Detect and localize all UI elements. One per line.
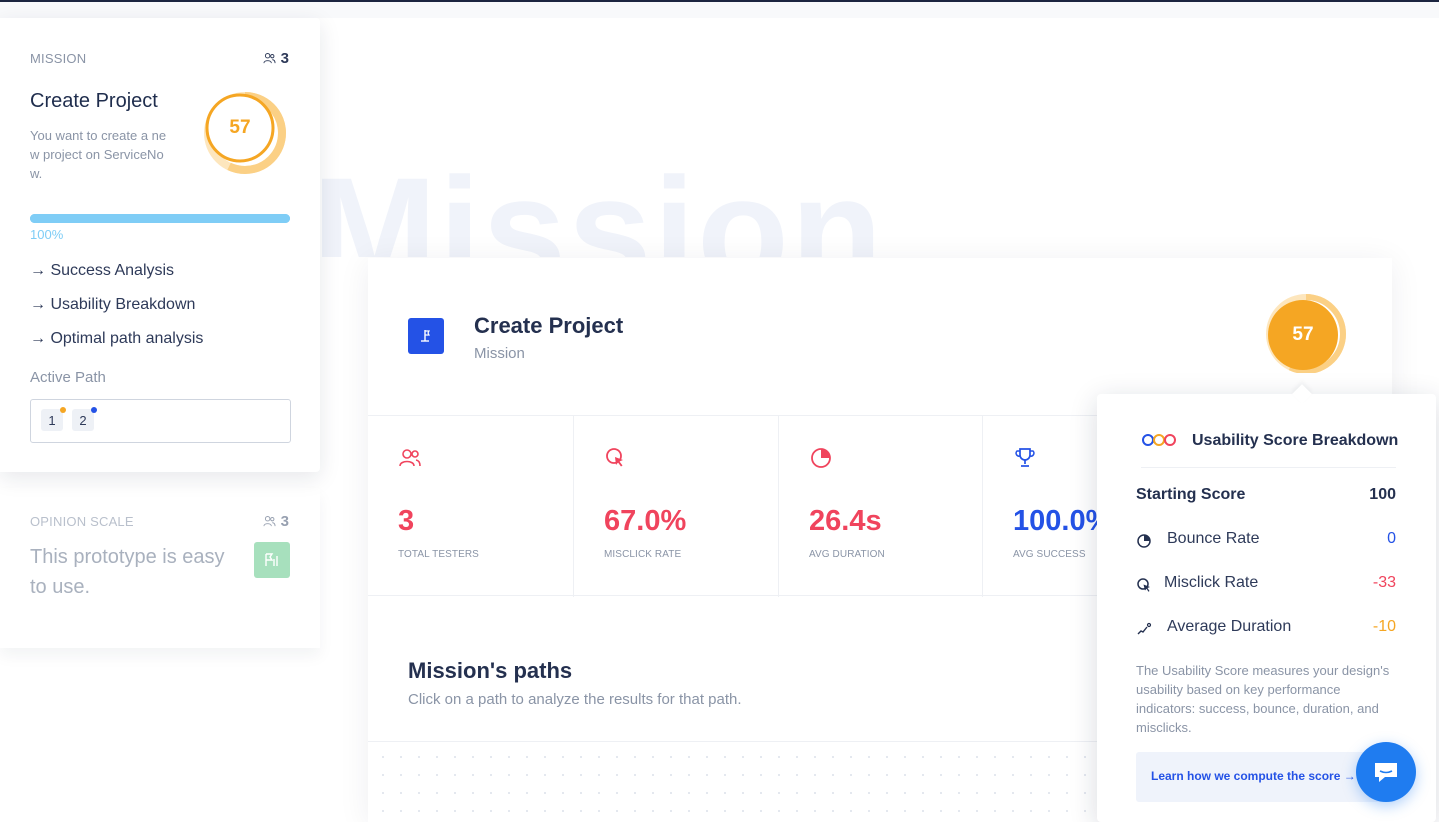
misclick-rate-row: Misclick Rate -33 [1136,574,1396,596]
pie-icon [1137,534,1151,548]
mission-card-title: Create Project [30,90,158,112]
stat-label: MISCLICK RATE [604,549,682,560]
average-duration-label: Average Duration [1167,618,1292,635]
mission-score-ring: 57 [204,92,286,174]
mission-section-label: MISSION [30,51,87,66]
link-usability-breakdown[interactable]: → Usability Breakdown [30,296,195,314]
popover-header: Usability Score Breakdown [1141,432,1399,468]
paths-section-title: Mission's paths [408,658,573,683]
path-chip-label: 1 [48,412,56,428]
top-bar [0,0,1439,2]
chat-icon [1375,763,1397,782]
link-success-analysis[interactable]: → Success Analysis [30,262,174,280]
stat-label: TOTAL TESTERS [398,549,479,560]
starting-score-label: Starting Score [1136,486,1246,503]
path-chip-label: 2 [79,412,87,428]
stat-label: AVG DURATION [809,549,885,560]
path-chip-2[interactable]: 2 [72,407,97,431]
average-duration-row: Average Duration -10 [1136,618,1396,640]
completion-progress-fill [30,214,290,223]
trophy-icon [1015,448,1035,467]
page-watermark: Mission [312,155,885,257]
mission-score-value: 57 [229,117,251,138]
mission-subtitle: Mission [474,345,525,362]
users-icon [263,53,276,64]
bounce-rate-value: 0 [1387,530,1396,547]
stat-value: 67.0% [604,505,687,537]
bounce-rate-label: Bounce Rate [1167,530,1260,547]
misclick-icon [606,448,623,467]
active-path-selector[interactable]: 1 2 [30,399,291,443]
usability-score-badge[interactable]: 57 [1266,293,1346,373]
opinion-question-text: This prototype is easy to use. [30,546,225,598]
learn-more-link[interactable]: Learn how we compute the score → [1151,769,1356,783]
popover-description: The Usability Score measures your design… [1136,663,1390,735]
stat-label: AVG SUCCESS [1013,549,1086,560]
mission-tester-count: 3 [263,50,289,67]
opinion-tester-count: 3 [263,513,289,530]
completion-progress-bar [30,214,290,223]
misclick-rate-value: -33 [1372,574,1396,591]
mission-card-description: You want to create a new project on Serv… [30,128,167,181]
users-icon [399,449,421,467]
path-chip-1[interactable]: 1 [41,407,66,431]
starting-score-row: Starting Score 100 [1136,486,1396,508]
stat-value: 3 [398,505,415,537]
pie-clock-icon [811,448,831,468]
mission-card[interactable]: MISSION 3 Create Project You want to cre… [0,18,320,472]
stat-misclick-rate: 67.0% MISCLICK RATE [574,416,779,597]
active-path-label: Active Path [30,369,106,386]
stat-total-testers: 3 TOTAL TESTERS [368,416,574,597]
usability-score-value: 57 [1268,300,1338,370]
app-logo-icon [1142,434,1176,446]
stat-avg-duration: 26.4s AVG DURATION [779,416,983,597]
path-color-dot [60,407,66,413]
misclick-rate-label: Misclick Rate [1164,574,1259,591]
opinion-scale-card[interactable]: OPINION SCALE 3 This prototype is easy t… [0,488,320,648]
opinion-section-label: OPINION SCALE [30,514,134,529]
average-duration-value: -10 [1372,618,1396,635]
cursor-icon [1137,578,1150,592]
users-icon [263,516,276,527]
opinion-scale-icon [254,542,290,578]
starting-score-value: 100 [1369,486,1396,503]
paths-section-subtitle: Click on a path to analyze the results f… [408,691,742,708]
bounce-rate-row: Bounce Rate 0 [1136,530,1396,552]
chat-support-button[interactable] [1356,742,1416,802]
link-optimal-path-analysis[interactable]: → Optimal path analysis [30,330,203,348]
mission-title: Create Project [474,313,624,338]
completion-progress-label: 100% [30,227,64,242]
opinion-tester-number: 3 [280,513,289,530]
stat-value: 26.4s [809,505,882,537]
duration-icon [1137,622,1152,635]
popover-title: Usability Score Breakdown [1192,432,1399,449]
path-color-dot [91,407,97,413]
sidebar: MISSION 3 Create Project You want to cre… [0,18,320,822]
mission-flag-icon [408,318,444,354]
mission-tester-number: 3 [280,50,289,67]
